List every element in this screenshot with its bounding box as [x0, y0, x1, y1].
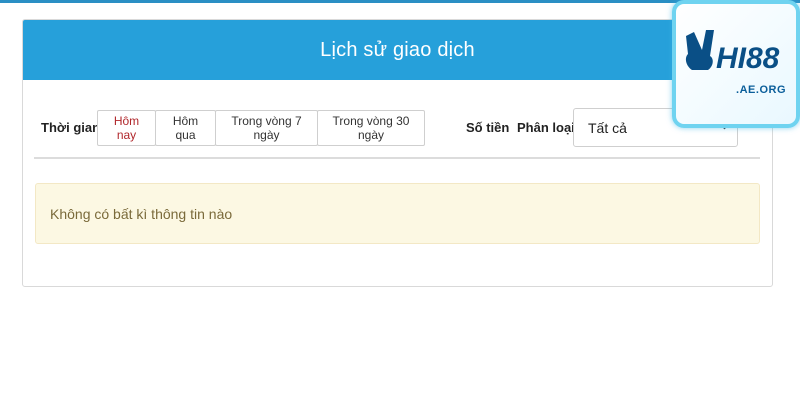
filter-divider: [34, 157, 760, 159]
time-option-today[interactable]: Hôm nay: [97, 110, 156, 146]
panel-header: Lịch sử giao dịch: [23, 20, 772, 80]
page-title: Lịch sử giao dịch: [320, 38, 475, 61]
category-select-value: Tất cả: [588, 119, 627, 136]
brand-logo: HI88 .AE.ORG: [672, 0, 800, 128]
time-option-30-days[interactable]: Trong vòng 30 ngày: [317, 110, 425, 146]
transaction-history-panel: Lịch sử giao dịch: [22, 19, 773, 287]
brand-logo-mark: HI88: [685, 30, 780, 75]
empty-state-alert: Không có bất kì thông tin nào: [35, 183, 760, 244]
empty-state-message: Không có bất kì thông tin nào: [50, 205, 233, 222]
brand-name: HI88: [716, 42, 780, 75]
time-option-yesterday[interactable]: Hôm qua: [155, 110, 216, 146]
amount-filter-label: Số tiền: [466, 120, 510, 135]
category-filter-label: Phân loại: [517, 120, 575, 135]
time-filter-label: Thời gian: [41, 120, 101, 135]
brand-domain: .AE.ORG: [736, 84, 786, 96]
time-filter-group: Hôm nay Hôm qua Trong vòng 7 ngày Trong …: [97, 110, 425, 146]
time-option-7-days[interactable]: Trong vòng 7 ngày: [215, 110, 318, 146]
